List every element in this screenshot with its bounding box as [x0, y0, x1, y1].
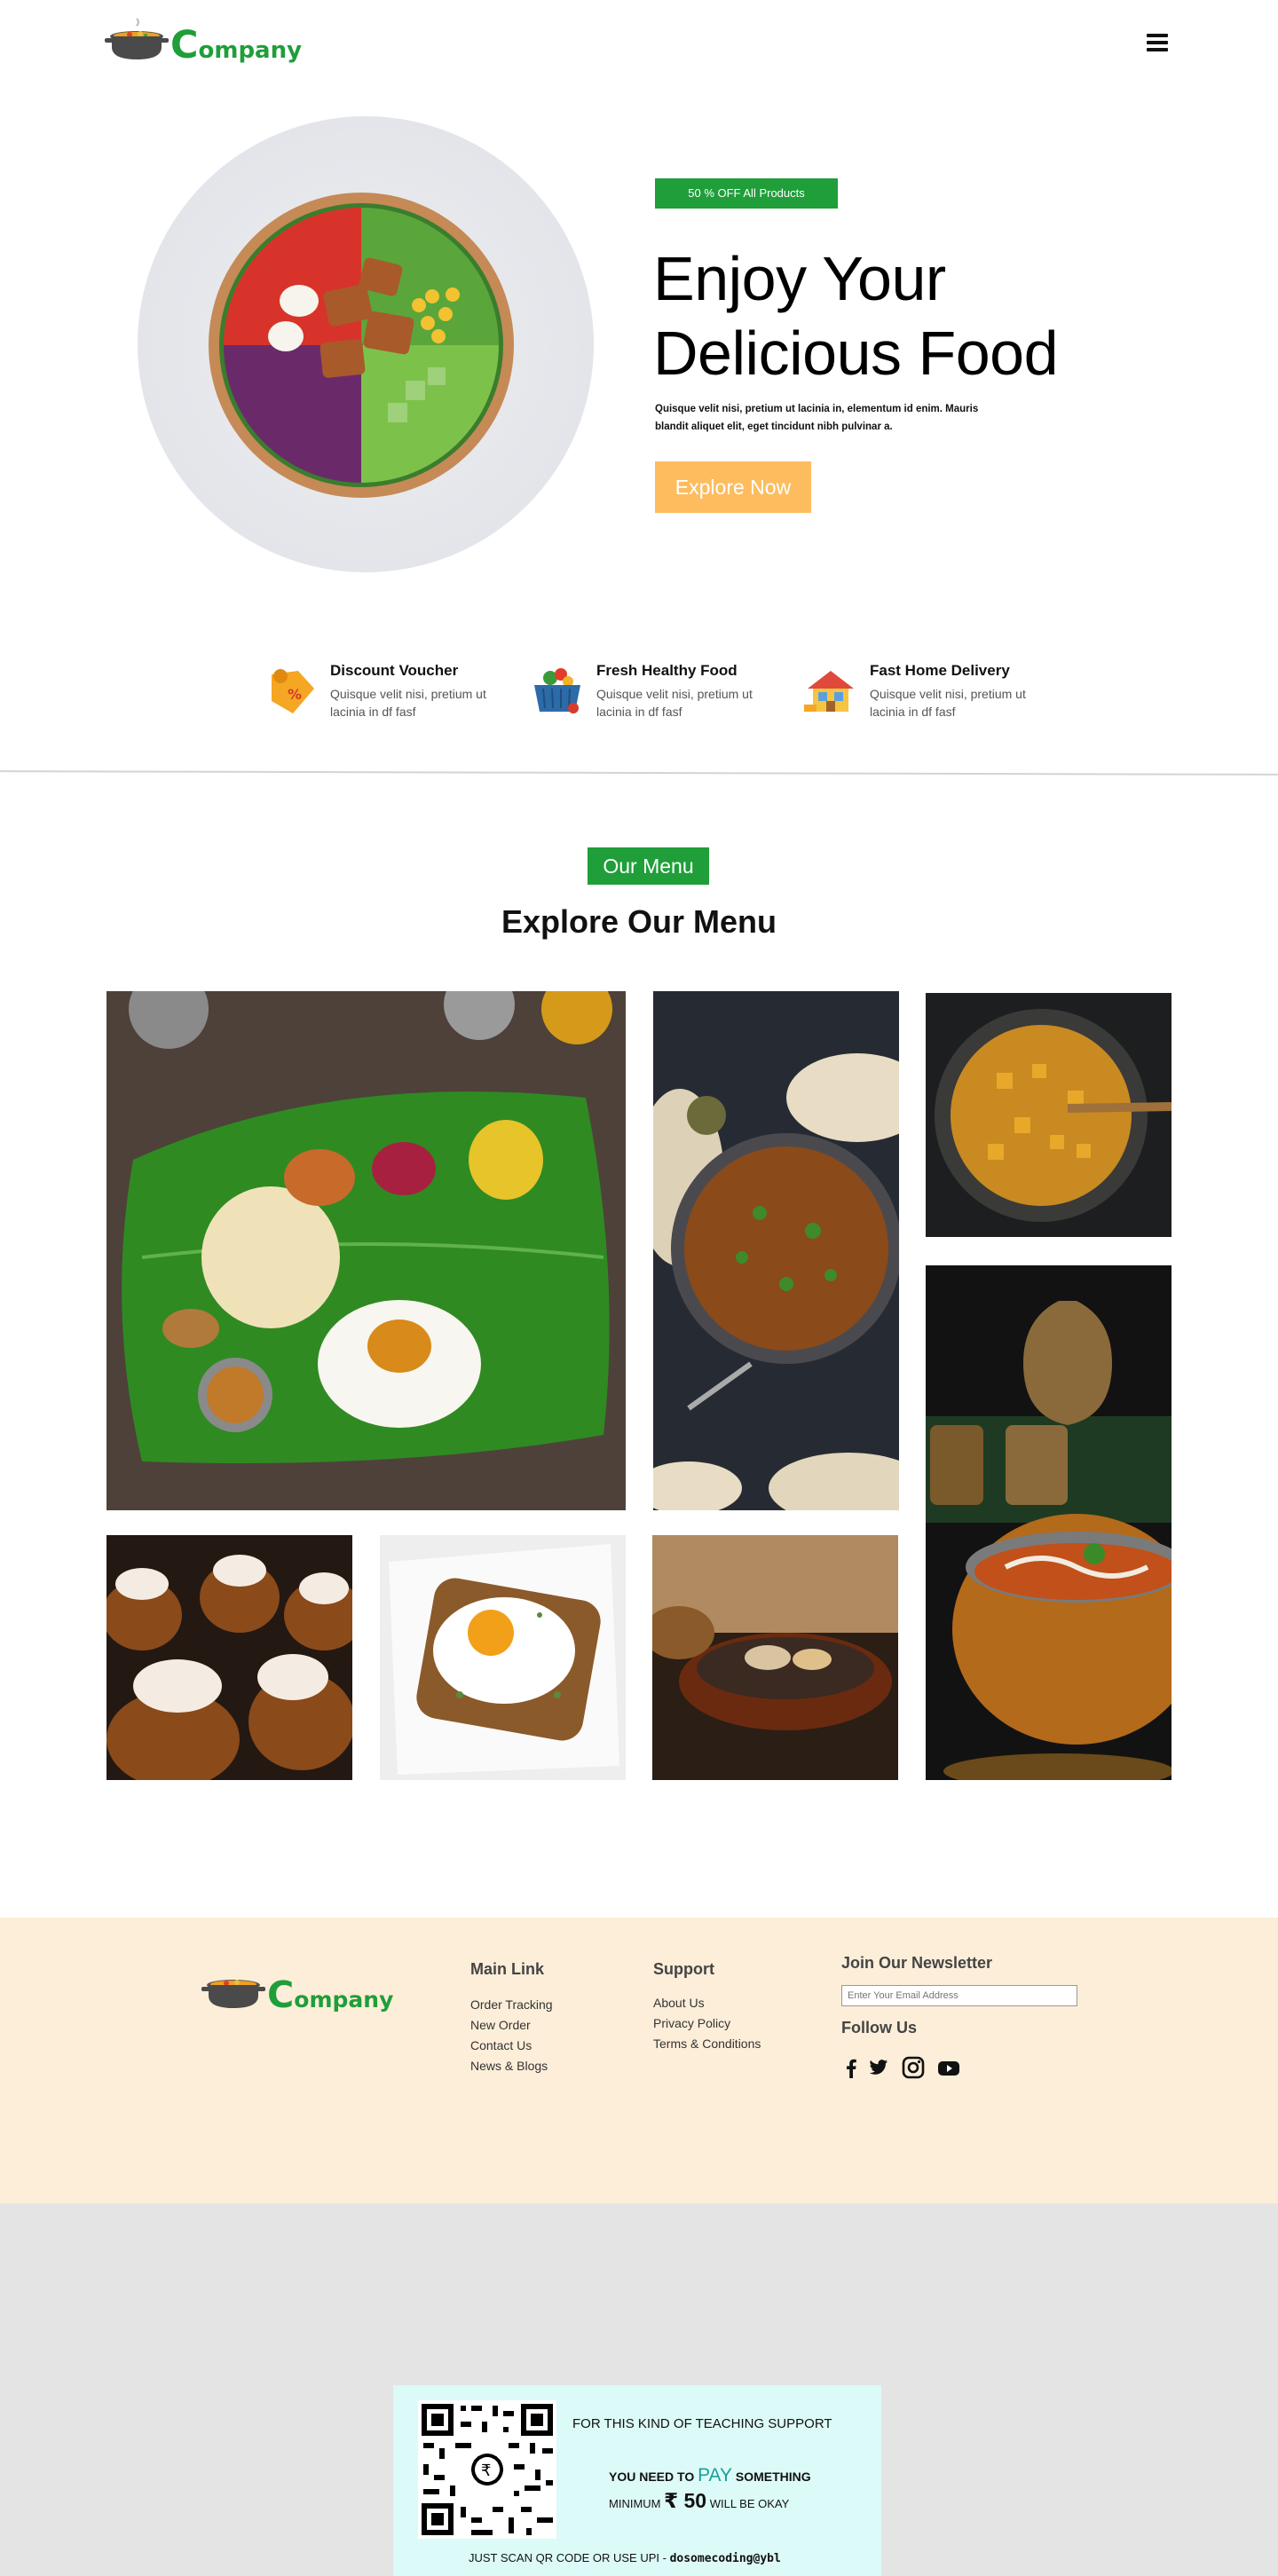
hero-title-line2: Delicious Food: [653, 319, 1059, 388]
delivery-house-icon: [797, 657, 864, 724]
hero-description: Quisque velit nisi, pretium ut lacinia i…: [655, 404, 979, 432]
support-text-line3: MINIMUM ₹ 50 WILL BE OKAY: [609, 2489, 790, 2512]
feature-fresh-healthy-food: Fresh Healthy Food Quisque velit nisi, p…: [524, 657, 765, 724]
logo-rest: ompany: [198, 37, 303, 64]
menu-item-thali-image[interactable]: [106, 991, 626, 1510]
feature-title: Discount Voucher: [330, 662, 459, 679]
feature-title: Fast Home Delivery: [870, 662, 1010, 679]
section-divider: [0, 770, 1278, 776]
menu-item-butter-chicken-image[interactable]: [926, 1265, 1172, 1780]
our-menu-badge: Our Menu: [588, 847, 709, 885]
main-link-heading: Main Link: [470, 1960, 545, 1978]
footer-link-terms-conditions[interactable]: Terms & Conditions: [653, 2036, 761, 2051]
twitter-icon[interactable]: [865, 2055, 890, 2080]
footer-link-about-us[interactable]: About Us: [653, 1996, 705, 2010]
feature-description: Quisque velit nisi, pretium ut lacinia i…: [596, 687, 753, 719]
qr-code-image: ₹: [418, 2400, 556, 2539]
menu-item-egg-toast-image[interactable]: [380, 1535, 626, 1780]
logo-initial: C: [170, 23, 199, 67]
youtube-icon[interactable]: [936, 2055, 961, 2080]
hero-title: Enjoy Your Delicious Food: [653, 241, 1150, 390]
logo-initial: C: [267, 1973, 295, 2016]
promo-badge: 50 % OFF All Products: [655, 178, 838, 209]
facebook-icon[interactable]: [839, 2055, 864, 2080]
svg-text:₹: ₹: [481, 2462, 491, 2480]
newsletter-heading: Join Our Newsletter: [841, 1954, 993, 1972]
menu-item-roasted-dish-image[interactable]: [926, 993, 1172, 1237]
follow-us-heading: Follow Us: [841, 2019, 917, 2036]
feature-fast-home-delivery: Fast Home Delivery Quisque velit nisi, p…: [797, 657, 1038, 724]
feature-description: Quisque velit nisi, pretium ut lacinia i…: [330, 687, 486, 719]
svg-text:%: %: [288, 686, 302, 703]
salad-bowl-image: [206, 190, 517, 500]
menu-item-platter-image[interactable]: [652, 1535, 898, 1780]
footer-link-news-blogs[interactable]: News & Blogs: [470, 2059, 548, 2073]
hamburger-menu-icon[interactable]: [1145, 34, 1170, 55]
instagram-icon[interactable]: [901, 2055, 926, 2080]
footer-logo[interactable]: Company: [201, 1961, 393, 2016]
footer-link-privacy-policy[interactable]: Privacy Policy: [653, 2016, 730, 2030]
site-footer: [0, 1918, 1278, 2203]
logo-rest: ompany: [294, 1987, 394, 2013]
feature-description: Quisque velit nisi, pretium ut lacinia i…: [870, 687, 1026, 719]
cooking-pot-icon: [201, 1965, 265, 2012]
site-header: Company: [0, 0, 1278, 89]
footer-link-contact-us[interactable]: Contact Us: [470, 2038, 532, 2052]
hero-title-line1: Enjoy Your: [653, 244, 946, 313]
menu-section-title: Explore Our Menu: [501, 903, 777, 940]
support-upi-line: JUST SCAN QR CODE OR USE UPI - dosomecod…: [469, 2551, 781, 2565]
newsletter-email-input[interactable]: [841, 1985, 1077, 2006]
grocery-basket-icon: [524, 657, 591, 724]
discount-tag-icon: %: [257, 657, 325, 724]
explore-now-button[interactable]: Explore Now: [655, 461, 811, 513]
cooking-pot-icon: [105, 17, 169, 63]
support-text-line2: YOU NEED TO PAY SOMETHING: [609, 2465, 811, 2485]
feature-title: Fresh Healthy Food: [596, 662, 738, 679]
footer-link-order-tracking[interactable]: Order Tracking: [470, 1997, 553, 2012]
support-text-line1: FOR THIS KIND OF TEACHING SUPPORT: [572, 2416, 832, 2431]
feature-discount-voucher: % Discount Voucher Quisque velit nisi, p…: [257, 657, 499, 724]
menu-item-curry-pan-image[interactable]: [653, 991, 899, 1510]
site-logo[interactable]: Company: [105, 12, 302, 67]
support-heading: Support: [653, 1960, 714, 1978]
footer-link-new-order[interactable]: New Order: [470, 2018, 531, 2032]
menu-item-cupcakes-image[interactable]: [106, 1535, 352, 1780]
